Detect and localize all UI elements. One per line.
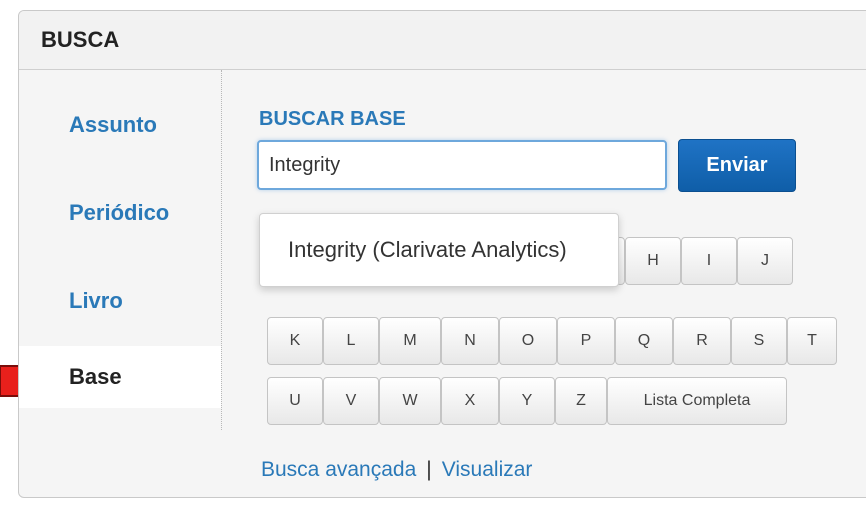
- sidebar-item-base[interactable]: Base: [19, 346, 221, 408]
- key-w[interactable]: W: [379, 377, 441, 425]
- sidebar-item-assunto[interactable]: Assunto: [19, 94, 221, 156]
- sidebar-item-periodico[interactable]: Periódico: [19, 182, 221, 244]
- sidebar-item-livro[interactable]: Livro: [19, 270, 221, 332]
- key-q[interactable]: Q: [615, 317, 673, 365]
- key-t[interactable]: T: [787, 317, 837, 365]
- advanced-search-link[interactable]: Busca avançada: [261, 458, 416, 482]
- key-o[interactable]: O: [499, 317, 557, 365]
- footer-links: Busca avançada | Visualizar: [261, 458, 532, 482]
- key-h[interactable]: H: [625, 237, 681, 285]
- key-k[interactable]: K: [267, 317, 323, 365]
- search-input[interactable]: [257, 140, 667, 190]
- key-s[interactable]: S: [731, 317, 787, 365]
- key-j[interactable]: J: [737, 237, 793, 285]
- search-panel: BUSCA Assunto Periódico Livro Base BUSCA…: [18, 10, 866, 498]
- key-u[interactable]: U: [267, 377, 323, 425]
- panel-title: BUSCA: [19, 11, 866, 70]
- send-button[interactable]: Enviar: [678, 139, 796, 192]
- key-v[interactable]: V: [323, 377, 379, 425]
- link-separator: |: [426, 458, 432, 481]
- key-r[interactable]: R: [673, 317, 731, 365]
- autocomplete-suggestion[interactable]: Integrity (Clarivate Analytics): [259, 213, 619, 287]
- sidebar: Assunto Periódico Livro Base: [19, 70, 222, 430]
- section-title: BUSCAR BASE: [259, 108, 406, 130]
- key-m[interactable]: M: [379, 317, 441, 365]
- key-n[interactable]: N: [441, 317, 499, 365]
- full-list-button[interactable]: Lista Completa: [607, 377, 787, 425]
- view-link[interactable]: Visualizar: [442, 458, 533, 482]
- main-content: BUSCAR BASE Enviar Integrity (Clarivate …: [257, 70, 866, 490]
- key-x[interactable]: X: [441, 377, 499, 425]
- key-l[interactable]: L: [323, 317, 379, 365]
- key-p[interactable]: P: [557, 317, 615, 365]
- key-z[interactable]: Z: [555, 377, 607, 425]
- key-i[interactable]: I: [681, 237, 737, 285]
- key-y[interactable]: Y: [499, 377, 555, 425]
